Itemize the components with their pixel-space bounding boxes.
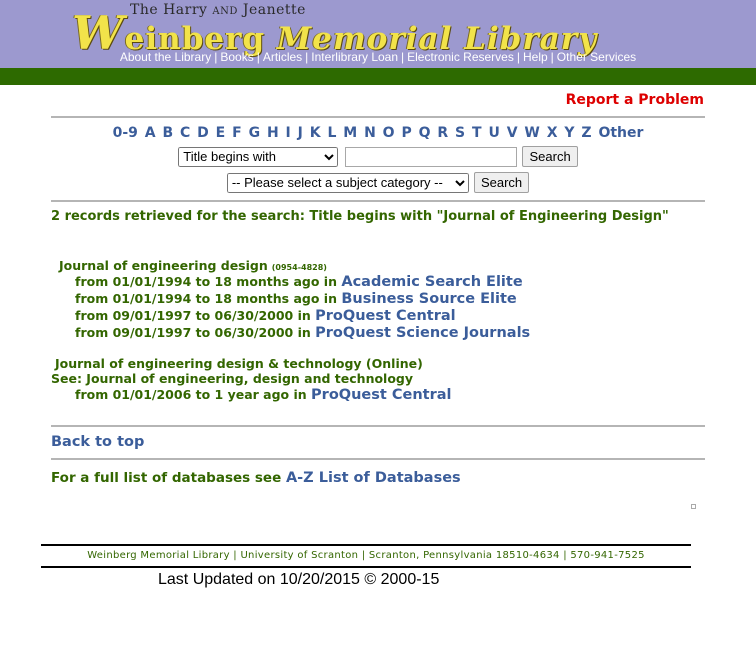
footer-divider-top xyxy=(41,544,691,546)
database-link[interactable]: ProQuest Science Journals xyxy=(315,325,530,341)
alpha-f[interactable]: F xyxy=(232,125,242,141)
alpha-j[interactable]: J xyxy=(298,125,303,141)
nav-help[interactable]: Help xyxy=(523,50,548,64)
holding-row: from 09/01/1997 to 06/30/2000 in ProQues… xyxy=(75,325,531,341)
alpha-t[interactable]: T xyxy=(472,125,482,141)
alpha-v[interactable]: V xyxy=(507,125,518,141)
nav-books[interactable]: Books xyxy=(220,50,253,64)
alpha-z[interactable]: Z xyxy=(581,125,591,141)
main-nav: About the Library | Books | Articles | Interli… xyxy=(119,50,637,64)
az-databases-link[interactable]: A-Z List of Databases xyxy=(286,470,461,486)
library-logo[interactable]: The Harry AND Jeanette Weinberg Memorial… xyxy=(72,0,596,60)
divider-results xyxy=(51,425,705,427)
report-problem-link[interactable]: Report a Problem xyxy=(566,92,704,108)
alpha-h[interactable]: H xyxy=(267,125,279,141)
last-updated: Last Updated on 10/20/2015 © 2000-15 xyxy=(158,571,440,588)
site-header: The Harry AND Jeanette Weinberg Memorial… xyxy=(0,0,756,68)
alpha-k[interactable]: K xyxy=(310,125,321,141)
nav-about[interactable]: About the Library xyxy=(120,50,211,64)
alpha-q[interactable]: Q xyxy=(419,125,431,141)
nav-interlibrary-loan[interactable]: Interlibrary Loan xyxy=(311,50,398,64)
database-link[interactable]: ProQuest Central xyxy=(311,387,451,403)
search-button[interactable]: Search xyxy=(522,146,578,167)
alpha-l[interactable]: L xyxy=(327,125,336,141)
alpha-m[interactable]: M xyxy=(343,125,357,141)
subject-search-form: -- Please select a subject category -- S… xyxy=(0,172,756,193)
journal-title-text: Journal of engineering design xyxy=(59,258,268,273)
title-search-form: Title begins with Search xyxy=(0,146,756,167)
back-to-top-link[interactable]: Back to top xyxy=(51,434,144,450)
divider-bottom xyxy=(51,458,705,460)
divider-top xyxy=(51,116,705,118)
alpha-x[interactable]: X xyxy=(547,125,558,141)
journal-title: Journal of engineering design (0954-4828) xyxy=(59,258,327,273)
alpha-u[interactable]: U xyxy=(488,125,499,141)
alpha-0-9[interactable]: 0-9 xyxy=(113,125,138,141)
alpha-g[interactable]: G xyxy=(249,125,261,141)
holding-row: from 01/01/1994 to 18 months ago in Acad… xyxy=(75,274,523,290)
alphabet-browse: 0-9 A B C D E F G H I J K L M N O P Q R … xyxy=(0,125,756,141)
subject-search-button[interactable]: Search xyxy=(473,172,530,193)
alpha-other[interactable]: Other xyxy=(598,125,643,141)
alpha-s[interactable]: S xyxy=(455,125,465,141)
header-green-bar xyxy=(0,68,756,85)
search-type-select[interactable]: Title begins with xyxy=(178,146,339,167)
subject-category-select[interactable]: -- Please select a subject category -- xyxy=(226,172,469,193)
alpha-i[interactable]: I xyxy=(286,125,291,141)
nav-electronic-reserves[interactable]: Electronic Reserves xyxy=(407,50,514,64)
divider-search xyxy=(51,200,705,202)
result-summary: 2 records retrieved for the search: Titl… xyxy=(51,209,669,224)
alpha-b[interactable]: B xyxy=(162,125,173,141)
journal-issn: (0954-4828) xyxy=(271,263,327,272)
database-link[interactable]: ProQuest Central xyxy=(315,308,455,324)
holding-row: from 01/01/2006 to 1 year ago in ProQues… xyxy=(75,387,452,403)
journal-title: Journal of engineering design & technolo… xyxy=(55,356,423,371)
full-list-note: For a full list of databases see A-Z Lis… xyxy=(51,470,461,486)
alpha-w[interactable]: W xyxy=(524,125,539,141)
holding-row: from 01/01/1994 to 18 months ago in Busi… xyxy=(75,291,517,307)
alpha-d[interactable]: D xyxy=(197,125,209,141)
holding-row: from 09/01/1997 to 06/30/2000 in ProQues… xyxy=(75,308,456,324)
alpha-o[interactable]: O xyxy=(383,125,395,141)
alpha-p[interactable]: P xyxy=(401,125,411,141)
nav-other-services[interactable]: Other Services xyxy=(557,50,636,64)
alpha-r[interactable]: R xyxy=(437,125,448,141)
alpha-c[interactable]: C xyxy=(180,125,190,141)
database-link[interactable]: Business Source Elite xyxy=(341,291,516,307)
placeholder-image-icon xyxy=(691,504,696,509)
database-link[interactable]: Academic Search Elite xyxy=(341,274,522,290)
alpha-a[interactable]: A xyxy=(145,125,156,141)
alpha-y[interactable]: Y xyxy=(564,125,574,141)
search-input[interactable] xyxy=(345,146,518,167)
alpha-e[interactable]: E xyxy=(216,125,226,141)
see-reference: See: Journal of engineering, design and … xyxy=(51,371,414,386)
footer-divider-bottom xyxy=(41,566,691,568)
footer-contact: Weinberg Memorial Library | University o… xyxy=(87,550,645,561)
nav-articles[interactable]: Articles xyxy=(263,50,302,64)
alpha-n[interactable]: N xyxy=(364,125,376,141)
